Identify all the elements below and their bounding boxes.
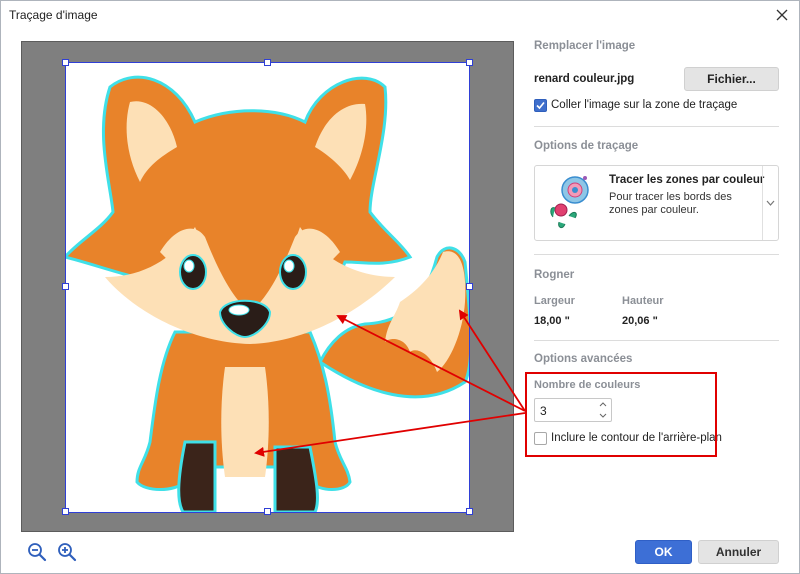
chevron-down-icon	[766, 200, 775, 206]
chevron-down-icon	[599, 413, 607, 418]
trace-mode-description: Pour tracer les bords des zones par coul…	[609, 191, 732, 216]
traced-image-preview	[62, 62, 473, 514]
stepper-up-button[interactable]	[595, 399, 611, 410]
stepper-buttons	[595, 399, 611, 421]
separator	[534, 126, 779, 127]
crop-width-label: Largeur	[534, 295, 575, 307]
crop-section-title: Rogner	[534, 269, 575, 281]
trace-mode-title: Tracer les zones par couleur	[609, 174, 765, 186]
colors-count-stepper[interactable]: 3	[534, 398, 612, 422]
image-trace-dialog: Traçage d'image Remplacer l'image renard…	[0, 0, 800, 574]
separator	[534, 254, 779, 255]
zoom-out-button[interactable]	[27, 542, 47, 562]
paste-image-label: Coller l'image sur la zone de traçage	[551, 99, 738, 111]
crop-handle-left[interactable]	[62, 283, 69, 290]
trace-mode-expand[interactable]	[762, 166, 778, 240]
separator	[534, 340, 779, 341]
window-title: Traçage d'image	[9, 8, 98, 22]
zoom-in-icon	[58, 543, 77, 562]
colors-count-label: Nombre de couleurs	[534, 379, 641, 391]
current-filename: renard couleur.jpg	[534, 73, 635, 85]
zoom-in-button[interactable]	[57, 542, 77, 562]
trace-section-title: Options de traçage	[534, 140, 639, 152]
zoom-out-icon	[28, 543, 47, 562]
include-background-label: Inclure le contour de l'arrière-plan	[551, 432, 722, 444]
flower-icon	[550, 176, 589, 229]
chevron-up-icon	[599, 402, 607, 407]
crop-handle-top-left[interactable]	[62, 59, 69, 66]
checkmark-icon	[536, 101, 545, 110]
advanced-section-title: Options avancées	[534, 353, 633, 365]
paste-image-checkbox[interactable]	[534, 99, 547, 112]
colors-count-value[interactable]: 3	[540, 404, 547, 418]
crop-handle-bottom[interactable]	[264, 508, 271, 515]
ok-button[interactable]: OK	[635, 540, 692, 564]
close-icon	[776, 9, 788, 21]
include-background-checkbox[interactable]	[534, 432, 547, 445]
close-button[interactable]	[771, 4, 793, 26]
crop-handle-top[interactable]	[264, 59, 271, 66]
file-button[interactable]: Fichier...	[684, 67, 779, 91]
cancel-button[interactable]: Annuler	[698, 540, 779, 564]
crop-handle-right[interactable]	[466, 283, 473, 290]
crop-width-value: 18,00 "	[534, 315, 570, 327]
stepper-down-button[interactable]	[595, 410, 611, 421]
crop-handle-bottom-right[interactable]	[466, 508, 473, 515]
crop-handle-top-right[interactable]	[466, 59, 473, 66]
fox-image	[62, 75, 473, 514]
crop-handle-bottom-left[interactable]	[62, 508, 69, 515]
crop-height-value: 20,06 "	[622, 315, 658, 327]
title-bar: Traçage d'image	[1, 1, 799, 29]
crop-height-label: Hauteur	[622, 295, 664, 307]
replace-section-title: Remplacer l'image	[534, 40, 636, 52]
trace-mode-dropdown[interactable]: Tracer les zones par couleur Pour tracer…	[534, 165, 779, 241]
